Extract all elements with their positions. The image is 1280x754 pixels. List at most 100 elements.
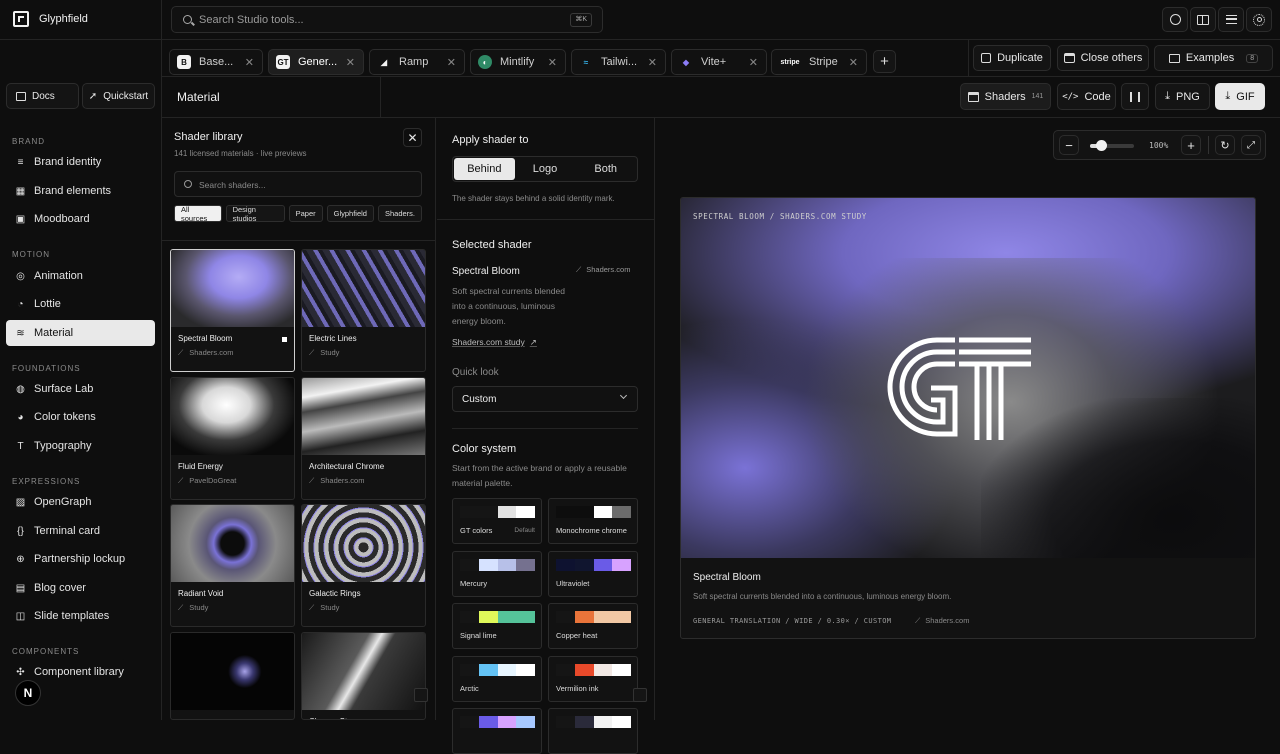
palette-colors [556,558,631,571]
collapse-handle-right[interactable] [633,688,647,702]
apply-option-logo[interactable]: Logo [515,158,576,180]
filter-chip[interactable]: Shaders. [377,205,422,222]
examples-count-badge: 8 [1246,53,1259,63]
tab-label: Base... [199,56,234,68]
zoom-out-button[interactable]: − [1059,135,1079,155]
book-button[interactable] [1190,7,1216,32]
close-tab-icon[interactable]: ✕ [648,56,657,69]
sidebar-item-typography[interactable]: T Typography [6,433,155,459]
shader-card[interactable]: Radiant Void ⟋ Study [170,504,295,627]
palette-swatch[interactable]: Signal lime [452,603,542,649]
filter-chip[interactable]: Paper [288,205,323,222]
sidebar-item-slide-templates[interactable]: ◫ Slide templates [6,603,155,629]
tab-mint[interactable]: ◐ Mintlify ✕ [470,49,566,75]
study-link[interactable]: Shaders.com study ↗ [452,337,537,348]
sidebar-item-surface-lab[interactable]: ◍ Surface Lab [6,376,155,402]
export-png-button[interactable]: ⤓ PNG [1155,83,1210,110]
brand-identity-icon: ≡ [17,156,24,168]
sidebar-item-lottie[interactable]: ◔ Lottie [6,291,155,317]
palette-swatch[interactable]: Ultraviolet [548,550,638,597]
shader-card[interactable]: Chrome St... [301,632,426,720]
palette-swatch[interactable] [452,708,542,754]
palette-swatch[interactable]: Arctic [452,655,542,702]
close-tab-icon[interactable]: ✕ [849,56,858,69]
github-button[interactable] [1162,7,1188,32]
palette-swatch[interactable]: Copper heat [548,603,638,649]
sidebar-item-animation[interactable]: ◎ Animation [6,263,155,289]
sidebar-item-blog-cover[interactable]: ▤ Blog cover [6,575,155,601]
sidebar-item-opengraph[interactable]: ▨ OpenGraph [6,489,155,515]
shader-search-input[interactable]: Search shaders... [199,180,266,190]
tab-ramp[interactable]: ◢ Ramp ✕ [369,49,465,75]
quickstart-button[interactable]: ➚ Quickstart [82,83,155,109]
sidebar-item-moodboard[interactable]: ▣ Moodboard [6,206,155,232]
palette-swatch[interactable]: GT colors Default [452,498,542,544]
tab-label: Tailwi... [601,56,638,68]
shader-card[interactable]: Electric Lines ⟋ Study [301,249,426,372]
apply-option-behind[interactable]: Behind [454,158,515,180]
settings-sliders-button[interactable] [1218,7,1244,32]
apply-option-both[interactable]: Both [575,158,636,180]
source-label: Shaders.com [586,265,631,274]
palette-swatch[interactable]: Monochrome chrome [548,498,638,544]
shader-card[interactable] [170,632,295,720]
close-tab-icon[interactable]: ✕ [245,56,254,69]
filter-chip[interactable]: Design studios [225,205,285,222]
tab-label: Vite+ [701,56,727,68]
panel-toggle-button[interactable] [1121,83,1149,110]
shader-search-field[interactable]: Search shaders... [174,171,422,197]
shader-card[interactable]: Galactic Rings ⟋ Study [301,504,426,627]
shader-card[interactable]: Architectural Chrome ⟋ Shaders.com [301,377,426,500]
reset-button[interactable]: ↻ [1215,135,1235,155]
shader-card[interactable]: Spectral Bloom ⟋ Shaders.com [170,249,295,372]
palette-swatch[interactable] [548,708,638,754]
close-library-button[interactable]: ✕ [403,128,422,147]
close-others-button[interactable]: Close others [1057,45,1149,71]
close-tab-icon[interactable]: ✕ [548,56,557,69]
sidebar-item-terminal-card[interactable]: {} Terminal card [6,518,155,544]
tab-stripe[interactable]: stripe Stripe ✕ [771,49,867,75]
selected-indicator [282,337,287,342]
zoom-slider-thumb[interactable] [1096,140,1107,151]
shader-thumbnail [171,250,294,327]
theme-toggle-button[interactable] [1246,7,1272,32]
close-tab-icon[interactable]: ✕ [447,56,456,69]
export-gif-button[interactable]: ⤓ GIF [1215,83,1265,110]
shader-card[interactable]: Fluid Energy ⟋ PavelDoGreat [170,377,295,500]
preview-card: SPECTRAL BLOOM / SHADERS.COM STUDY Spect… [680,197,1256,639]
shaders-button[interactable]: Shaders 141 [960,83,1051,110]
search-bar[interactable]: Search Studio tools... ⌘K [171,6,603,33]
tab-vite[interactable]: ◆ Vite+ ✕ [671,49,767,75]
search-input[interactable]: Search Studio tools... [199,14,304,26]
duplicate-label: Duplicate [997,52,1043,64]
filter-chip[interactable]: Glyphfield [326,205,374,222]
palette-swatch[interactable]: Vermilion ink [548,655,638,702]
zoom-in-button[interactable]: + [1181,135,1201,155]
close-tab-icon[interactable]: ✕ [346,56,355,69]
docs-button[interactable]: Docs [6,83,79,109]
tab-gt[interactable]: GT Gener... ✕ [268,49,364,75]
apply-segmented-control[interactable]: Behind Logo Both [452,156,638,182]
filter-chip[interactable]: All sources [174,205,222,222]
duplicate-button[interactable]: Duplicate [973,45,1051,71]
search-shortcut-badge: ⌘K [570,13,592,27]
new-tab-button[interactable]: + [873,50,896,73]
zoom-slider[interactable] [1090,140,1134,151]
collapse-handle-left[interactable] [414,688,428,702]
sidebar-item-brand-identity[interactable]: ≡ Brand identity [6,149,155,175]
close-tab-icon[interactable]: ✕ [749,56,758,69]
avatar[interactable]: N [15,680,41,706]
sidebar-item-material[interactable]: ≋ Material [6,320,155,346]
examples-button[interactable]: Examples 8 [1154,45,1273,71]
tab-tw[interactable]: ≈ Tailwi... ✕ [571,49,666,75]
code-button[interactable]: </> Code [1057,83,1116,110]
fullscreen-button[interactable]: ⤢ [1241,135,1261,155]
palette-colors [460,716,535,728]
tab-b[interactable]: B Base... ✕ [169,49,263,75]
quick-look-select[interactable]: Custom [452,386,638,412]
palette-swatch[interactable]: Mercury [452,550,542,597]
sidebar-item-brand-elements[interactable]: ▦ Brand elements [6,178,155,204]
sidebar-item-partnership-lockup[interactable]: ⊕ Partnership lockup [6,546,155,572]
quickstart-label: Quickstart [103,90,149,102]
sidebar-item-color-tokens[interactable]: ◕ Color tokens [6,404,155,430]
